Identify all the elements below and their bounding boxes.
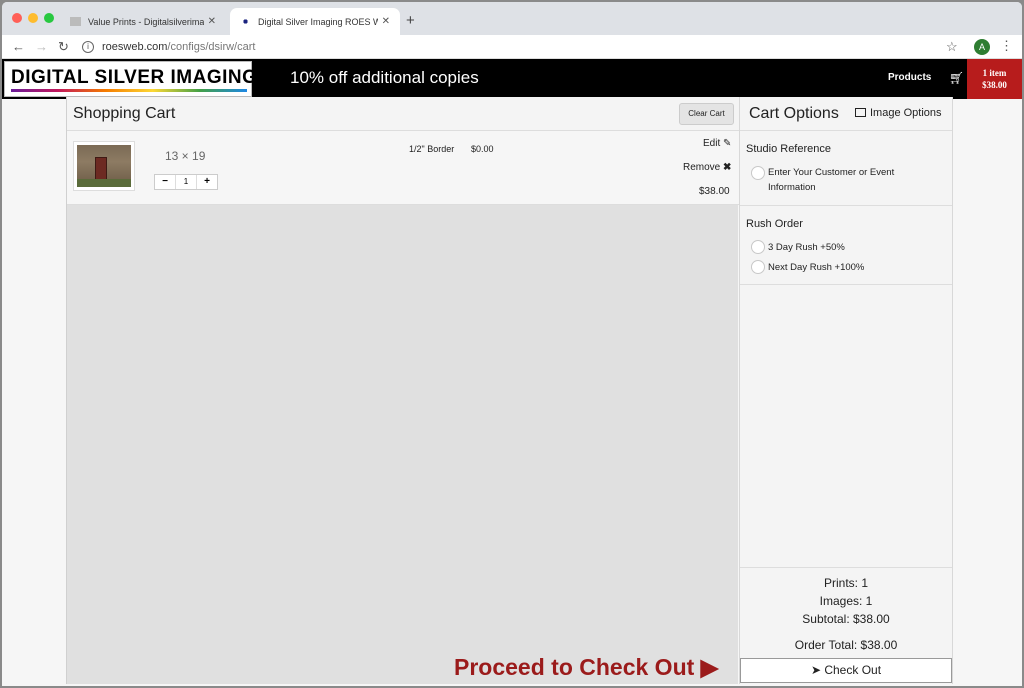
clear-cart-button[interactable]: Clear Cart [679, 103, 734, 125]
address-bar[interactable]: i roesweb.com/configs/dsirw/cart [82, 37, 962, 57]
page-title: Shopping Cart [73, 105, 176, 122]
image-options-label: Image Options [870, 107, 942, 119]
edit-button[interactable]: Edit ✎ [703, 138, 731, 149]
browser-toolbar: ← → ↻ i roesweb.com/configs/dsirw/cart ☆… [2, 35, 1022, 59]
quantity-stepper[interactable]: − 1 + [154, 174, 218, 190]
order-total: Order Total: $38.00 [794, 638, 898, 652]
url-host: roesweb.com [102, 41, 168, 53]
item-price: $38.00 [699, 186, 730, 197]
page-favicon-icon [70, 17, 81, 26]
maximize-window-button[interactable] [44, 13, 54, 23]
remove-button[interactable]: Remove ✖ [683, 162, 731, 173]
new-tab-icon[interactable]: + [406, 12, 415, 29]
reload-icon[interactable]: ↻ [58, 39, 69, 55]
rush-order-section: Rush Order 3 Day Rush +50% Next Day Rush… [740, 206, 952, 285]
promo-banner: 10% off additional copies [290, 68, 479, 87]
cart-item-row: 13 × 19 − 1 + 1/2" Border $0.00 Edit ✎ R… [67, 131, 739, 205]
next-day-rush-radio[interactable] [751, 260, 765, 274]
browser-menu-icon[interactable]: ⋮ [1000, 38, 1013, 54]
proceed-to-checkout-callout: Proceed to Check Out ▶ [454, 654, 718, 681]
logo-color-bar [11, 89, 247, 92]
close-tab-icon[interactable]: ✕ [208, 16, 216, 27]
tab-strip: Value Prints - Digitalsilverimag ✕ Digit… [2, 2, 1022, 35]
close-window-button[interactable] [12, 13, 22, 23]
prints-count: Prints: 1 [823, 576, 868, 590]
tab-title: Digital Silver Imaging ROES We [258, 16, 378, 27]
proceed-label: Proceed to Check Out [454, 654, 695, 680]
close-icon: ✖ [723, 162, 732, 173]
item-option: 1/2" Border [409, 144, 455, 154]
profile-avatar[interactable]: A [974, 39, 990, 55]
edit-label: Edit [703, 138, 721, 149]
url-path: /configs/dsirw/cart [167, 41, 256, 53]
studio-reference-section: Studio Reference Enter Your Customer or … [740, 131, 952, 206]
site-logo[interactable]: DIGITAL SILVER IMAGING [4, 61, 257, 97]
shopping-cart-panel: Shopping Cart Clear Cart 13 × 19 − 1 + 1… [66, 97, 739, 684]
tab-roes[interactable]: Digital Silver Imaging ROES We ✕ [230, 8, 400, 35]
radio-label: Enter Your Customer or Event Information [768, 167, 895, 193]
back-icon[interactable]: ← [12, 39, 25, 54]
play-arrow-icon: ▶ [700, 654, 719, 680]
cart-header: Shopping Cart Clear Cart [67, 97, 739, 131]
images-count: Images: 1 [819, 594, 873, 608]
radio-label: Next Day Rush +100% [768, 262, 865, 273]
cart-count: 1 item [982, 68, 1007, 78]
print-size: 13 × 19 [165, 149, 206, 163]
increment-button[interactable]: + [197, 175, 217, 189]
site-favicon-icon [240, 17, 251, 26]
three-day-rush-radio[interactable] [751, 240, 765, 254]
item-thumbnail[interactable] [73, 141, 135, 191]
cart-options-header: Cart Options Image Options [740, 97, 952, 131]
cart-options-panel: Cart Options Image Options Studio Refere… [739, 97, 953, 684]
radio-label: 3 Day Rush +50% [768, 242, 845, 253]
site-header: DIGITAL SILVER IMAGING 10% off additiona… [2, 59, 1022, 99]
info-icon[interactable]: i [82, 41, 94, 53]
bookmark-star-icon[interactable]: ☆ [946, 39, 958, 55]
cart-total: $38.00 [982, 80, 1007, 90]
quantity-value[interactable]: 1 [175, 175, 197, 189]
order-summary: Prints: 1 Images: 1 Subtotal: $38.00 Ord… [740, 567, 952, 657]
tab-value-prints[interactable]: Value Prints - Digitalsilverimag ✕ [60, 8, 226, 35]
tab-title: Value Prints - Digitalsilverimag [88, 16, 204, 27]
photo-image [77, 145, 131, 187]
cart-options-title: Cart Options [749, 105, 839, 122]
checkout-button[interactable]: ➤ Check Out [740, 658, 952, 683]
option-price: $0.00 [471, 144, 494, 154]
image-options-button[interactable]: Image Options [855, 107, 942, 119]
photo-foliage [77, 179, 131, 187]
send-icon: ➤ [810, 663, 821, 677]
studio-reference-radio[interactable] [751, 166, 765, 180]
logo-text: DIGITAL SILVER IMAGING [11, 67, 258, 88]
section-title: Studio Reference [746, 143, 831, 155]
cart-summary-button[interactable]: 1 item $38.00 [967, 59, 1022, 99]
close-tab-icon[interactable]: ✕ [382, 16, 390, 27]
pencil-icon: ✎ [723, 138, 732, 149]
section-title: Rush Order [746, 218, 803, 230]
subtotal: Subtotal: $38.00 [802, 612, 890, 626]
forward-icon[interactable]: → [35, 39, 48, 54]
minimize-window-button[interactable] [28, 13, 38, 23]
cart-icon[interactable]: 🛒︎ [949, 71, 964, 85]
remove-label: Remove [683, 162, 721, 173]
decrement-button[interactable]: − [155, 175, 175, 189]
image-icon [855, 108, 866, 117]
checkout-label: Check Out [824, 663, 882, 677]
products-link[interactable]: Products [888, 72, 931, 83]
